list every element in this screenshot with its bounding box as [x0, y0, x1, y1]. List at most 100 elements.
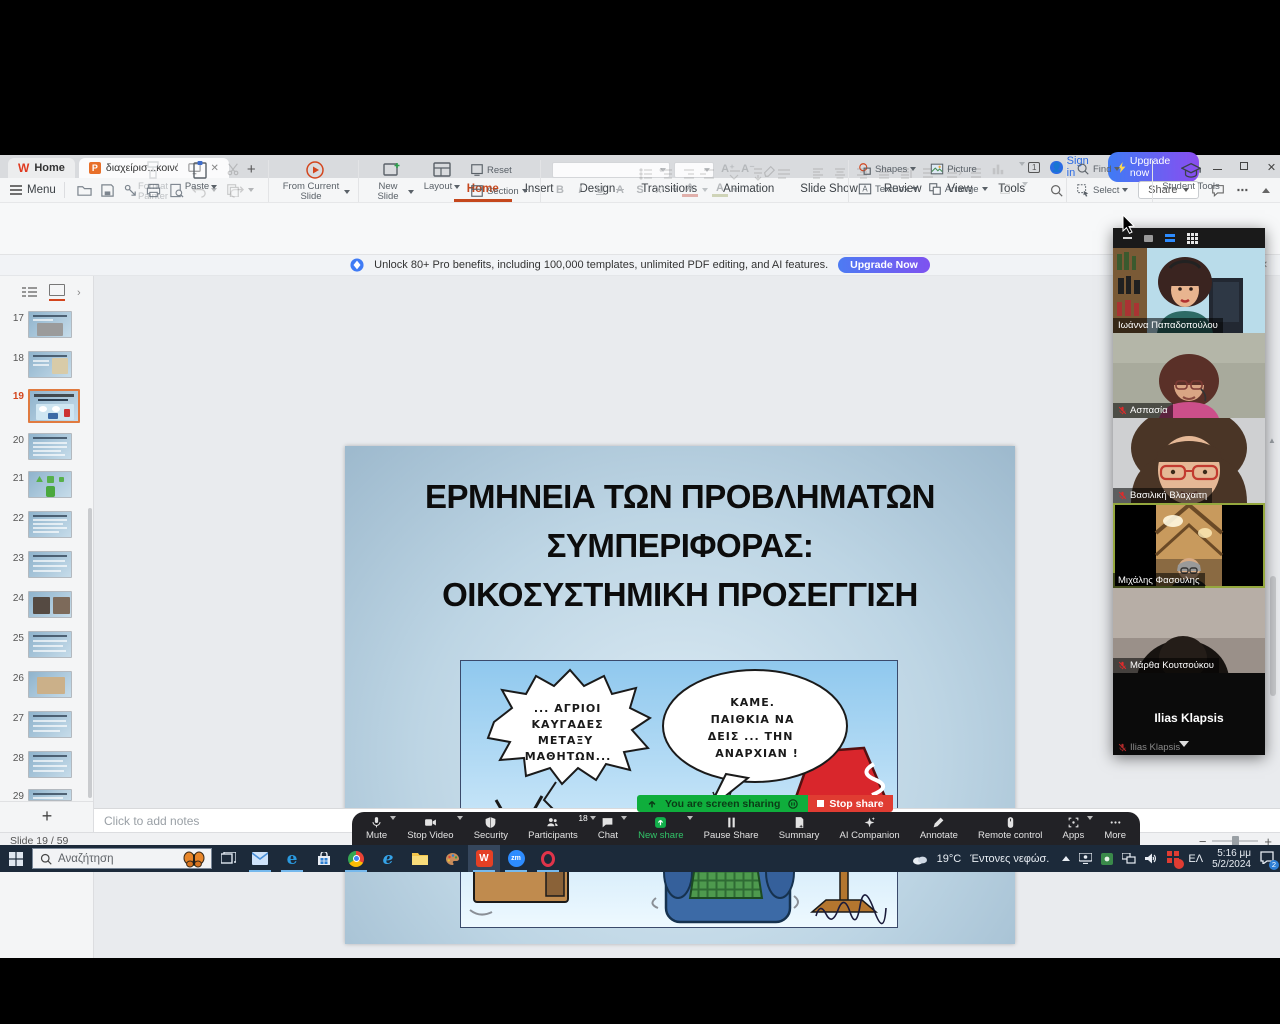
video-tile-3[interactable]: Βασιλική Βλαχαιτη [1113, 418, 1265, 503]
panel-restore-icon[interactable] [1144, 235, 1153, 242]
speaker-view-icon[interactable] [1165, 234, 1175, 242]
annotate-button[interactable]: Annotate [920, 816, 958, 841]
promo-upgrade-button[interactable]: Upgrade Now [838, 257, 930, 273]
new-share-button[interactable]: New share [638, 816, 683, 841]
paint-app-icon[interactable] [436, 845, 468, 872]
stop-share-button[interactable]: Stop share [808, 795, 892, 812]
student-tools-button[interactable]: Student Tools [1160, 160, 1222, 192]
video-tile-1[interactable]: Ιωάννα Παπαδοπούλου [1113, 248, 1265, 333]
slide-thumb-26[interactable]: 26 [0, 671, 94, 698]
internet-explorer-app-icon[interactable]: e [372, 845, 404, 872]
slide-thumb-24[interactable]: 24 [0, 591, 94, 618]
language-indicator[interactable]: ΕΛ [1188, 853, 1203, 865]
mail-app-icon[interactable] [244, 845, 276, 872]
search-icon[interactable] [1050, 184, 1063, 197]
slide-thumb-18[interactable]: 18 [0, 351, 94, 378]
start-button[interactable] [0, 845, 32, 872]
slide-thumb-27[interactable]: 27 [0, 711, 94, 738]
outline-view-icon[interactable] [22, 287, 37, 299]
section-button[interactable]: Section [470, 184, 528, 198]
layout-button[interactable]: Layout [420, 160, 464, 192]
volume-icon[interactable] [1145, 853, 1158, 864]
weather-description[interactable]: Έντονες νεφώσ. [970, 853, 1049, 865]
canvas-scrollbar[interactable] [1270, 576, 1276, 696]
participants-button[interactable]: 18 Participants [528, 816, 578, 841]
arrange-button[interactable]: Arrange [928, 182, 988, 196]
reset-button[interactable]: Reset [470, 163, 528, 177]
shapes-button[interactable]: Shapes [858, 162, 916, 176]
slides-view-icon[interactable] [49, 284, 65, 301]
canvas-scroll-up-icon[interactable]: ▲ [1268, 436, 1276, 445]
gallery-view-icon[interactable] [1187, 233, 1198, 244]
chrome-app-icon[interactable] [340, 845, 372, 872]
slide-thumb-25[interactable]: 25 [0, 631, 94, 658]
tray-app-icon[interactable] [1101, 853, 1113, 865]
zoom-tray-icon[interactable] [1167, 851, 1179, 866]
taskbar-clock[interactable]: 5:16 μμ 5/2/2024 [1212, 848, 1251, 870]
close-window-button[interactable]: ✕ [1263, 161, 1280, 174]
panel-minimize-icon[interactable] [1123, 237, 1132, 239]
apps-button[interactable]: Apps [1063, 816, 1085, 841]
stop-video-button[interactable]: Stop Video [407, 816, 453, 841]
paste-button[interactable]: Paste [182, 160, 220, 192]
more-button[interactable]: More [1104, 816, 1126, 841]
remote-control-button[interactable]: Remote control [978, 816, 1042, 841]
more-options-icon[interactable]: ⋯ [1237, 183, 1251, 197]
ai-companion-button[interactable]: AI Companion [840, 816, 900, 841]
textbox-button[interactable]: A TextBox [858, 182, 918, 196]
video-tile-5[interactable]: Μάρθα Κουτσούκου [1113, 588, 1265, 673]
find-button[interactable]: Find [1076, 162, 1128, 176]
picture-button[interactable]: Picture [930, 162, 977, 176]
zoom-app-icon[interactable]: zm [500, 845, 532, 872]
security-button[interactable]: Security [474, 816, 508, 841]
video-tile-4-active-speaker[interactable]: Μιχάλης Φασουλης [1113, 503, 1265, 588]
slide-thumb-21[interactable]: 21 [0, 471, 94, 498]
from-current-slide-button[interactable]: From Current Slide [280, 160, 350, 202]
mute-button[interactable]: Mute [366, 816, 387, 841]
slide-thumb-28[interactable]: 28 [0, 751, 94, 778]
wps-office-app-icon[interactable]: W [468, 845, 500, 872]
slide-thumb-20[interactable]: 20 [0, 433, 94, 460]
action-center-button[interactable]: 2 [1260, 851, 1274, 867]
slide-thumb-17[interactable]: 17 [0, 311, 94, 338]
share-pause-icon[interactable] [788, 799, 798, 809]
taskbar-search-box[interactable]: Αναζήτηση [32, 848, 212, 869]
backup-badge[interactable]: 1 [1028, 162, 1040, 173]
meet-now-icon[interactable] [1079, 853, 1092, 864]
open-icon[interactable] [77, 183, 92, 198]
opera-app-icon[interactable] [532, 845, 564, 872]
tray-expand-chevron-icon[interactable] [1062, 856, 1070, 861]
new-tab-button[interactable]: + [241, 161, 262, 178]
video-tile-2[interactable]: Ασπασία [1113, 333, 1265, 418]
video-tile-6-camera-off[interactable]: Ilias Klapsis Ilias Klapsis [1113, 673, 1265, 755]
clock-time: 5:16 μμ [1217, 848, 1251, 859]
collapse-ribbon-icon[interactable] [1262, 188, 1270, 193]
network-icon[interactable] [1122, 853, 1136, 864]
panel-collapse-chevron-icon[interactable] [1179, 735, 1189, 753]
slide-thumb-19-selected[interactable]: 19 [0, 389, 94, 423]
task-view-button[interactable] [212, 845, 244, 872]
new-slide-button[interactable]: New Slide [370, 160, 414, 202]
weather-temperature[interactable]: 19°C [937, 853, 962, 865]
paragraph-icons-top [638, 167, 808, 181]
weather-cloud-icon[interactable] [912, 853, 928, 865]
slide-thumb-23[interactable]: 23 [0, 551, 94, 578]
participants-count-badge: 18 [578, 813, 587, 823]
slide-thumb-22[interactable]: 22 [0, 511, 94, 538]
select-button[interactable]: Select [1076, 183, 1128, 197]
chat-button[interactable]: Chat [598, 816, 618, 841]
summary-button[interactable]: Summary [779, 816, 820, 841]
menu-button[interactable]: Menu [10, 184, 56, 196]
add-slide-button[interactable]: + [0, 801, 94, 831]
slides-panel-scrollbar[interactable] [88, 508, 92, 798]
home-tab[interactable]: W Home [8, 158, 75, 178]
zoom-slider[interactable] [1212, 840, 1258, 842]
file-explorer-app-icon[interactable] [404, 845, 436, 872]
edge-app-icon[interactable]: e [276, 845, 308, 872]
pause-share-button[interactable]: Pause Share [704, 816, 759, 841]
restore-button[interactable] [1236, 161, 1253, 173]
store-app-icon[interactable] [308, 845, 340, 872]
save-icon[interactable] [100, 183, 115, 198]
muted-mic-icon [1118, 661, 1127, 670]
collapse-panel-icon[interactable]: › [77, 287, 81, 299]
